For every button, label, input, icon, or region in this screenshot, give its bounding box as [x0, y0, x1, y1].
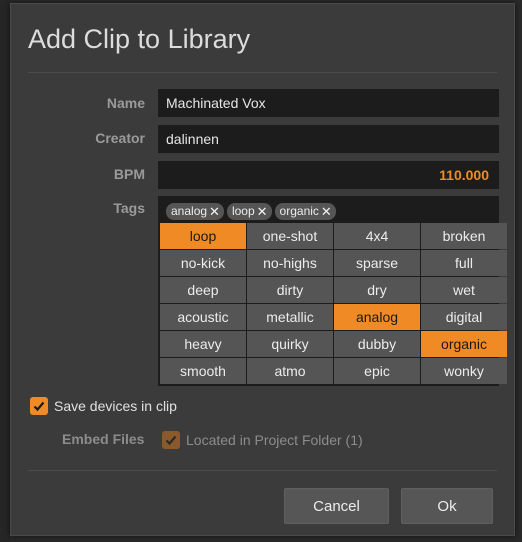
embed-files-option-label: Located in Project Folder (1): [186, 432, 363, 448]
tag-option-no-highs[interactable]: no-highs: [247, 250, 333, 276]
dialog-title: Add Clip to Library: [28, 24, 251, 54]
bpm-field[interactable]: 110.000: [158, 161, 499, 189]
tag-option-organic[interactable]: organic: [421, 331, 507, 357]
bpm-label: BPM: [113, 166, 145, 182]
selected-tag-chip: loop ✕: [226, 203, 272, 220]
add-clip-dialog: Add Clip to Library Name Machinated Vox …: [10, 3, 515, 536]
tag-option-dry[interactable]: dry: [334, 277, 420, 303]
tags-box: analog ✕ loop ✕ organic ✕ loop one-shot 4x4 brok…: [158, 196, 507, 386]
selected-tag-chip: analog ✕: [166, 203, 224, 220]
tags-label: Tags: [113, 200, 145, 216]
tag-option-atmo[interactable]: atmo: [247, 358, 333, 384]
tag-option-no-kick[interactable]: no-kick: [160, 250, 246, 276]
title-divider: [28, 72, 497, 73]
chip-label: organic: [279, 204, 319, 218]
background-strip-left: [0, 0, 10, 542]
footer-divider: [28, 470, 497, 471]
tag-option-wet[interactable]: wet: [421, 277, 507, 303]
tag-grid: loop one-shot 4x4 broken no-kick no-highs spar…: [160, 223, 507, 384]
tag-option-acoustic[interactable]: acoustic: [160, 304, 246, 330]
chip-label: loop: [231, 204, 255, 218]
tag-option-quirky[interactable]: quirky: [247, 331, 333, 357]
tag-option-full[interactable]: full: [421, 250, 507, 276]
tag-option-4x4[interactable]: 4x4: [334, 223, 420, 249]
tag-option-digital[interactable]: digital: [421, 304, 507, 330]
tag-option-loop[interactable]: loop: [160, 223, 246, 249]
ok-button[interactable]: Ok: [401, 488, 493, 524]
tag-option-dirty[interactable]: dirty: [247, 277, 333, 303]
chip-label: analog: [171, 204, 208, 218]
tag-option-broken[interactable]: broken: [421, 223, 507, 249]
creator-label: Creator: [95, 130, 145, 146]
embed-files-label: Embed Files: [62, 431, 145, 447]
checkmark-icon: [33, 401, 45, 412]
tag-option-metallic[interactable]: metallic: [247, 304, 333, 330]
remove-tag-icon[interactable]: ✕: [321, 203, 332, 220]
embed-files-checkbox: [162, 431, 180, 449]
tag-option-one-shot[interactable]: one-shot: [247, 223, 333, 249]
tag-option-wonky[interactable]: wonky: [421, 358, 507, 384]
name-label: Name: [106, 95, 145, 111]
selected-tag-chip: organic ✕: [274, 203, 336, 220]
tag-option-analog[interactable]: analog: [334, 304, 420, 330]
cancel-button[interactable]: Cancel: [284, 488, 389, 524]
name-field[interactable]: Machinated Vox: [158, 89, 499, 117]
tag-option-heavy[interactable]: heavy: [160, 331, 246, 357]
remove-tag-icon[interactable]: ✕: [257, 203, 268, 220]
remove-tag-icon[interactable]: ✕: [209, 203, 220, 220]
save-devices-checkbox[interactable]: [30, 397, 48, 415]
save-devices-label: Save devices in clip: [54, 398, 177, 414]
tag-option-deep[interactable]: deep: [160, 277, 246, 303]
tag-option-dubby[interactable]: dubby: [334, 331, 420, 357]
selected-tags: analog ✕ loop ✕ organic ✕: [166, 203, 336, 220]
checkmark-icon: [165, 435, 177, 446]
tag-option-smooth[interactable]: smooth: [160, 358, 246, 384]
creator-field[interactable]: dalinnen: [158, 125, 499, 153]
tag-option-sparse[interactable]: sparse: [334, 250, 420, 276]
tag-option-epic[interactable]: epic: [334, 358, 420, 384]
